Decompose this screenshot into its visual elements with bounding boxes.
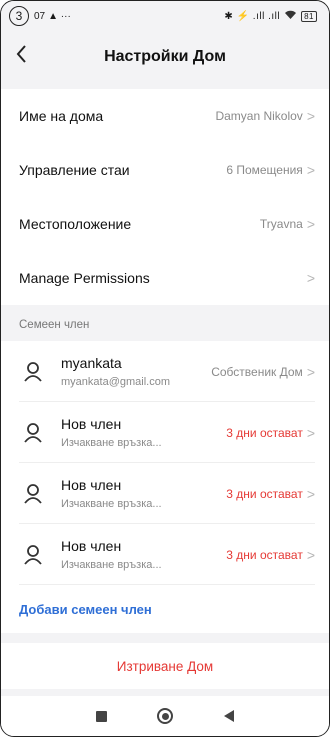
chevron-right-icon: > [306,424,315,441]
status-right: ✱ ⚡ .ıll .ıll 81 [224,10,317,23]
home-name-label: Име на дома [19,108,104,124]
recent-apps-icon[interactable] [96,710,108,722]
status-bar: 3 07 ▲ ··· ✱ ⚡ .ıll .ıll 81 [1,1,329,31]
battery-icon: 81 [301,10,317,22]
member-row-pending-3[interactable]: Нов член Изчакване връзка... 3 дни остав… [1,524,329,585]
chevron-right-icon: > [306,216,315,232]
system-nav-bar [1,696,329,736]
signal-icons: ✱ ⚡ .ıll .ıll [224,10,281,22]
member-row-owner[interactable]: myankata myankata@gmail.com Собственик Д… [1,341,329,402]
member-name: myankata [61,355,122,371]
rooms-value: 6 Помещения [226,163,303,177]
home-name-value: Damyan Nikolov [215,109,303,123]
divider [19,584,315,585]
wifi-icon [284,10,297,23]
user-icon [19,419,47,447]
chevron-right-icon: > [306,363,315,380]
user-icon [19,541,47,569]
chevron-right-icon: > [306,270,315,286]
status-left: 3 07 ▲ ··· [9,6,71,26]
back-triangle-icon[interactable] [223,710,234,722]
home-name-row[interactable]: Име на дома Damyan Nikolov > [1,89,329,143]
days-remaining: 3 дни остават [226,425,303,440]
location-value: Tryavna [259,217,303,231]
page-title: Настройки Дом [104,48,226,65]
rooms-label: Управление стаи [19,162,130,178]
phone-frame: 3 07 ▲ ··· ✱ ⚡ .ıll .ıll 81 Настройки До… [0,0,330,737]
user-icon [19,480,47,508]
chevron-right-icon: > [306,485,315,502]
chevron-right-icon: > [306,546,315,563]
family-card: myankata myankata@gmail.com Собственик Д… [1,341,329,633]
home-icon[interactable] [157,708,174,724]
member-status-text: Изчакване връзка... [61,437,162,449]
member-row-pending-2[interactable]: Нов член Изчакване връзка... 3 дни остав… [1,463,329,524]
rooms-row[interactable]: Управление стаи 6 Помещения > [1,143,329,197]
member-name: Нов член [61,477,122,493]
member-status-text: Изчакване връзка... [61,498,162,510]
location-row[interactable]: Местоположение Tryavna > [1,197,329,251]
member-email: myankata@gmail.com [61,376,170,388]
family-section-title: Семеен член [19,319,90,331]
chevron-left-icon [16,45,26,63]
back-button[interactable] [15,43,37,67]
member-row-pending-1[interactable]: Нов член Изчакване връзка... 3 дни остав… [1,402,329,463]
member-name: Нов член [61,538,122,554]
member-name: Нов член [61,416,122,432]
days-remaining: 3 дни остават [226,486,303,501]
chevron-right-icon: > [306,162,315,178]
permissions-label: Manage Permissions [19,270,150,286]
status-notification-icons: ▲ ··· [48,10,71,22]
chevron-right-icon: > [306,108,315,124]
user-icon [19,358,47,386]
header: Настройки Дом [1,31,329,83]
member-status-text: Изчакване връзка... [61,559,162,571]
delete-home-button[interactable]: Изтриване Дом [1,643,329,689]
status-time: 07 [34,10,46,22]
add-family-member-button[interactable]: Добави семеен член [1,585,329,633]
permissions-row[interactable]: Manage Permissions > [1,251,329,305]
location-label: Местоположение [19,216,132,232]
member-role: Собственик Дом [211,364,303,379]
settings-card: Име на дома Damyan Nikolov > Управление … [1,89,329,305]
days-remaining: 3 дни остават [226,547,303,562]
step-badge: 3 [9,6,29,26]
delete-card: Изтриване Дом [1,643,329,689]
